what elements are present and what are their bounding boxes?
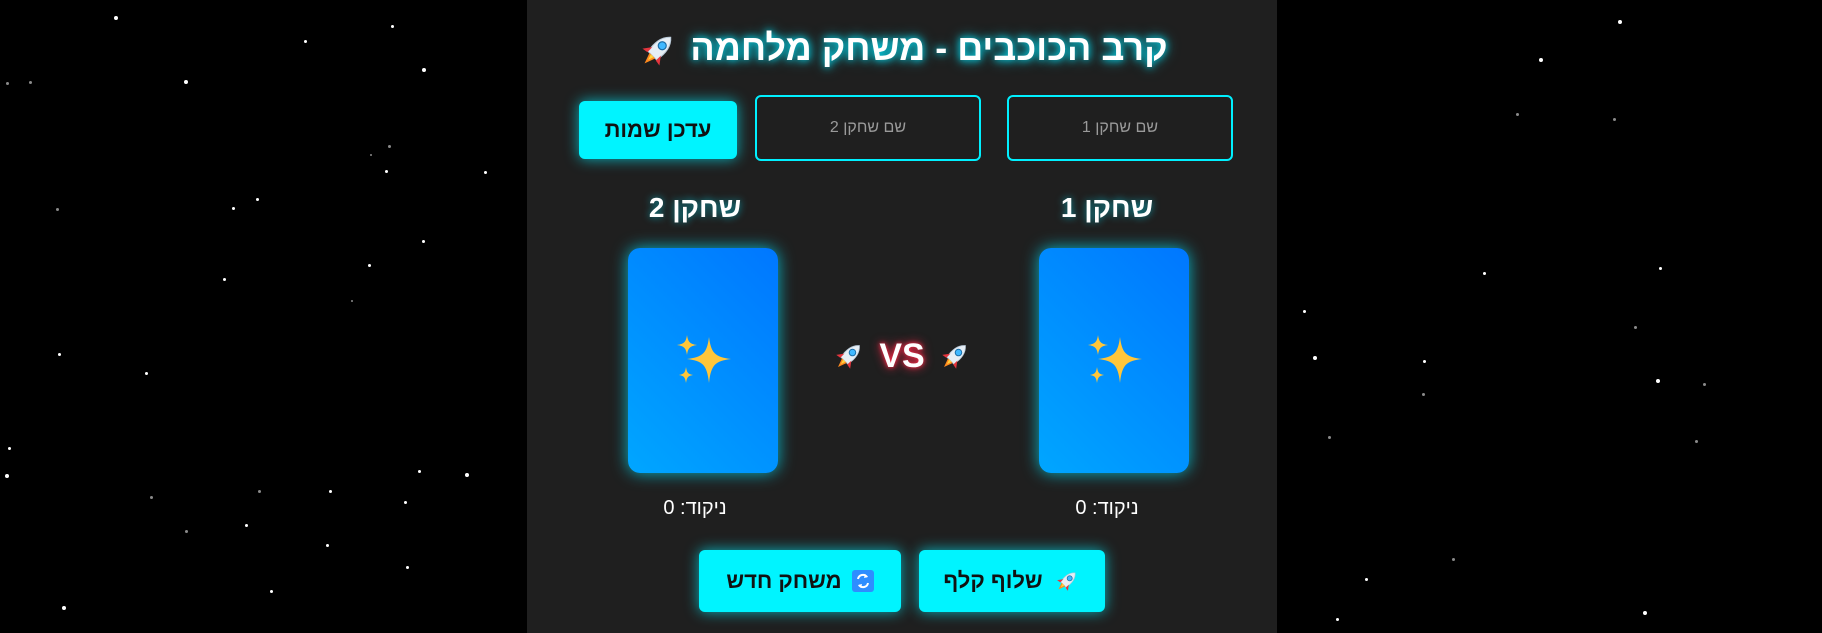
star (1483, 272, 1486, 275)
star (484, 171, 487, 174)
star (8, 447, 11, 450)
star (1313, 356, 1317, 360)
new-game-label: משחק חדש (726, 568, 842, 593)
star (1659, 267, 1662, 270)
player1-card[interactable] (1039, 248, 1189, 473)
star (1516, 113, 1519, 116)
page-title: קרב הכוכבים - משחק מלחמה (527, 22, 1277, 74)
star (1328, 436, 1331, 439)
star (422, 240, 425, 243)
star (6, 82, 9, 85)
star (114, 16, 118, 20)
game-screen: קרב הכוכבים - משחק מלחמה עדכן שמות (0, 0, 1822, 633)
star (329, 490, 332, 493)
star (1703, 383, 1706, 386)
star (1303, 310, 1306, 313)
star (184, 80, 188, 84)
refresh-icon (851, 570, 874, 592)
star (1613, 118, 1616, 121)
star (326, 544, 329, 547)
rocket-icon (831, 338, 867, 374)
star (1422, 393, 1425, 396)
player1-name-input[interactable] (1007, 95, 1233, 161)
star (145, 372, 148, 375)
rocket-icon (636, 28, 680, 72)
player2-score: ניקוד: 0 (663, 497, 727, 519)
star (223, 278, 226, 281)
star (1423, 360, 1426, 363)
star (370, 154, 372, 156)
star (351, 300, 353, 302)
star (1539, 58, 1543, 62)
update-names-button[interactable]: עדכן שמות (579, 101, 737, 159)
game-panel: קרב הכוכבים - משחק מלחמה עדכן שמות (527, 0, 1277, 633)
player1-score: ניקוד: 0 (1075, 497, 1139, 519)
player2-name-input[interactable] (755, 95, 981, 161)
star (56, 208, 59, 211)
star (391, 25, 394, 28)
star (385, 170, 388, 173)
star (1336, 618, 1339, 621)
vs-label: VS (879, 336, 925, 375)
star (258, 490, 261, 493)
sparkles-icon (677, 334, 731, 383)
star (150, 496, 153, 499)
player2-name: שחקן 2 (648, 192, 742, 223)
star (1695, 440, 1698, 443)
star (232, 207, 235, 210)
star (1656, 379, 1660, 383)
star (5, 474, 9, 478)
star (256, 198, 259, 201)
star (1365, 578, 1368, 581)
sparkles-icon (1088, 334, 1142, 383)
star (388, 145, 391, 148)
star (406, 566, 409, 569)
new-game-button[interactable]: משחק חדש (699, 550, 901, 612)
star (404, 501, 407, 504)
draw-card-button[interactable]: שלוף קלף (919, 550, 1105, 612)
player2-card[interactable] (628, 248, 778, 473)
star (58, 353, 61, 356)
title-text: קרב הכוכבים - משחק מלחמה (690, 27, 1168, 68)
star (245, 524, 248, 527)
star (185, 530, 188, 533)
star (304, 40, 307, 43)
rocket-icon (937, 338, 973, 374)
player1-name: שחקן 1 (1060, 192, 1154, 223)
star (465, 473, 469, 477)
rocket-icon (1053, 567, 1081, 595)
star (418, 470, 421, 473)
star (29, 81, 32, 84)
draw-card-label: שלוף קלף (943, 568, 1043, 593)
star (62, 606, 66, 610)
star (1643, 611, 1647, 615)
star (422, 68, 426, 72)
star (368, 264, 371, 267)
star (270, 590, 273, 593)
star (1452, 558, 1455, 561)
star (1634, 326, 1637, 329)
versus-indicator: VS (827, 332, 977, 380)
star (1618, 20, 1622, 24)
